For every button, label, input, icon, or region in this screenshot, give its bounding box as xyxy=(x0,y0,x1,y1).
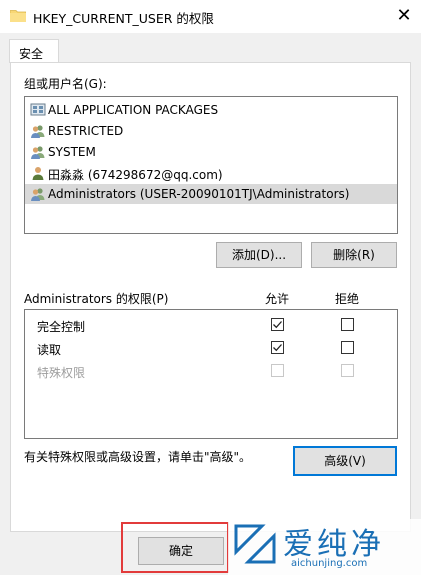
close-icon: ✕ xyxy=(396,5,412,26)
list-item[interactable]: RESTRICTED xyxy=(25,121,397,141)
folder-icon xyxy=(10,10,26,22)
allow-checkbox-disabled xyxy=(271,364,284,377)
list-item[interactable]: SYSTEM xyxy=(25,142,397,162)
security-panel: 组或用户名(G): ALL APPLICATION PACKAGES RESTR… xyxy=(10,62,411,532)
groups-label: 组或用户名(G): xyxy=(24,77,107,91)
permissions-label: Administrators 的权限(P) xyxy=(24,292,169,306)
tab-strip: 安全 xyxy=(0,33,421,63)
list-item-label: ALL APPLICATION PACKAGES xyxy=(48,103,219,117)
tab-security-label: 安全 xyxy=(19,47,44,61)
advanced-hint: 有关特殊权限或高级设置，请单击"高级"。 xyxy=(24,450,252,464)
user-icon xyxy=(32,167,44,180)
permission-name: 特殊权限 xyxy=(37,366,86,380)
list-item-selected[interactable]: Administrators (USER-20090101TJ\Administ… xyxy=(25,184,397,204)
checkmark-icon xyxy=(273,321,282,329)
list-item-label: RESTRICTED xyxy=(48,124,124,138)
allow-checkbox[interactable] xyxy=(271,318,284,331)
list-item-label: 田淼淼 (674298672@qq.com) xyxy=(48,168,223,182)
watermark: 爱纯净 aichunjing.com xyxy=(228,519,421,575)
list-item-label: SYSTEM xyxy=(48,145,96,159)
user-group-icon xyxy=(31,125,45,138)
permission-name: 读取 xyxy=(37,343,62,357)
deny-checkbox[interactable] xyxy=(341,341,354,354)
checkmark-icon xyxy=(273,344,282,352)
permission-name: 完全控制 xyxy=(37,320,86,334)
allow-column-header: 允许 xyxy=(265,292,290,306)
tab-security[interactable]: 安全 xyxy=(9,39,59,63)
user-group-icon xyxy=(31,146,45,159)
permission-row: 读取 xyxy=(25,337,397,359)
deny-checkbox[interactable] xyxy=(341,318,354,331)
close-button[interactable]: ✕ xyxy=(387,0,421,33)
advanced-button[interactable]: 高级(V) xyxy=(293,446,397,476)
permissions-list: 完全控制 读取 特殊权限 xyxy=(24,309,398,439)
permission-row: 完全控制 xyxy=(25,314,397,336)
window-title: HKEY_CURRENT_USER 的权限 xyxy=(33,11,214,26)
app-packages-icon xyxy=(30,103,46,116)
permission-row: 特殊权限 xyxy=(25,360,397,382)
watermark-brand: 爱纯净 xyxy=(283,527,385,562)
list-item-label: Administrators (USER-20090101TJ\Administ… xyxy=(48,187,350,201)
list-item[interactable]: ALL APPLICATION PACKAGES xyxy=(25,100,397,120)
watermark-url: aichunjing.com xyxy=(291,558,368,569)
remove-button[interactable]: 删除(R) xyxy=(311,242,397,268)
list-item[interactable]: 田淼淼 (674298672@qq.com) xyxy=(25,163,397,183)
deny-checkbox-disabled xyxy=(341,364,354,377)
user-group-icon xyxy=(31,188,45,201)
add-button[interactable]: 添加(D)... xyxy=(216,242,302,268)
allow-checkbox[interactable] xyxy=(271,341,284,354)
watermark-logo-icon xyxy=(234,524,276,564)
highlight-box xyxy=(121,522,229,573)
title-bar: HKEY_CURRENT_USER 的权限 ✕ xyxy=(0,0,421,33)
group-user-list[interactable]: ALL APPLICATION PACKAGES RESTRICTED SYST… xyxy=(24,96,398,234)
deny-column-header: 拒绝 xyxy=(335,292,360,306)
